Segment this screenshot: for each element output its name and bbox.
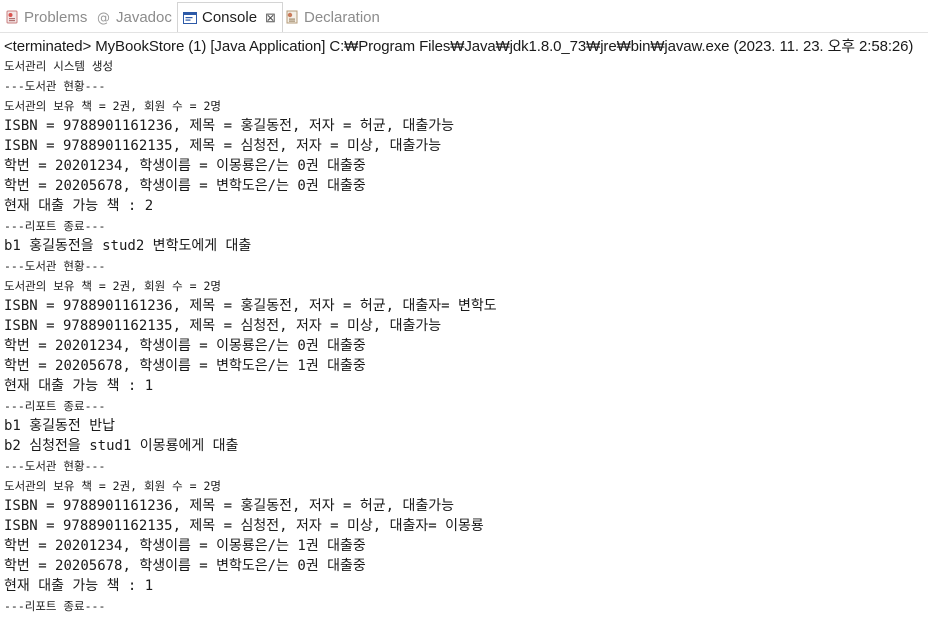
console-line: b2 심청전을 stud1 이몽룡에게 대출 bbox=[4, 438, 239, 454]
console-line: ISBN = 9788901162135, 제목 = 심청전, 저자 = 미상,… bbox=[4, 318, 442, 334]
tab-problems[interactable]: Problems bbox=[4, 3, 87, 31]
view-tab-bar: Problems @ Javadoc Console ⊠ Declaration bbox=[0, 0, 928, 33]
console-icon bbox=[182, 10, 198, 26]
console-line: ISBN = 9788901161236, 제목 = 홍길동전, 저자 = 허균… bbox=[4, 498, 455, 514]
console-line: ---도서관 현황--- bbox=[4, 459, 106, 473]
console-line: ISBN = 9788901162135, 제목 = 심청전, 저자 = 미상,… bbox=[4, 518, 484, 534]
console-line: ---리포트 종료--- bbox=[4, 599, 106, 613]
close-icon[interactable]: ⊠ bbox=[265, 11, 276, 24]
tab-problems-label: Problems bbox=[24, 8, 88, 26]
tab-console[interactable]: Console ⊠ bbox=[177, 2, 283, 32]
console-line: b1 홍길동전을 stud2 변학도에게 대출 bbox=[4, 238, 252, 254]
console-line: 현재 대출 가능 책 : 1 bbox=[4, 378, 154, 394]
console-line: 현재 대출 가능 책 : 1 bbox=[4, 578, 154, 594]
problems-icon bbox=[4, 9, 20, 25]
console-line: ---리포트 종료--- bbox=[4, 219, 106, 233]
console-line: ---도서관 현황--- bbox=[4, 259, 106, 273]
console-line: 학번 = 20201234, 학생이름 = 이몽룡은/는 0권 대출중 bbox=[4, 158, 366, 174]
console-line: 도서관의 보유 책 = 2권, 회원 수 = 2명 bbox=[4, 279, 221, 293]
tab-declaration[interactable]: Declaration bbox=[284, 3, 380, 31]
tab-declaration-label: Declaration bbox=[304, 8, 380, 26]
console-line: ISBN = 9788901161236, 제목 = 홍길동전, 저자 = 허균… bbox=[4, 298, 497, 314]
console-line: 학번 = 20205678, 학생이름 = 변학도은/는 0권 대출중 bbox=[4, 178, 366, 194]
declaration-icon bbox=[284, 9, 300, 25]
console-line: b1 홍길동전 반납 bbox=[4, 418, 115, 434]
console-line: ---리포트 종료--- bbox=[4, 399, 106, 413]
process-status-line: <terminated> MyBookStore (1) [Java Appli… bbox=[4, 38, 914, 55]
tab-console-label: Console bbox=[202, 9, 258, 26]
at-sign-icon: @ bbox=[96, 9, 112, 26]
console-line: 현재 대출 가능 책 : 2 bbox=[4, 198, 154, 214]
console-line: ISBN = 9788901162135, 제목 = 심청전, 저자 = 미상,… bbox=[4, 138, 442, 154]
console-line: ---도서관 현황--- bbox=[4, 79, 106, 93]
console-line: 도서관리 시스템 생성 bbox=[4, 59, 114, 73]
svg-text:@: @ bbox=[97, 11, 110, 25]
tab-javadoc[interactable]: @ Javadoc bbox=[96, 3, 172, 31]
console-line: 학번 = 20201234, 학생이름 = 이몽룡은/는 1권 대출중 bbox=[4, 538, 366, 554]
tab-javadoc-label: Javadoc bbox=[116, 8, 172, 26]
console-output[interactable]: 도서관리 시스템 생성 ---도서관 현황--- 도서관의 보유 책 = 2권, 회… bbox=[4, 56, 924, 616]
console-line: 학번 = 20205678, 학생이름 = 변학도은/는 1권 대출중 bbox=[4, 358, 366, 374]
console-line: 도서관의 보유 책 = 2권, 회원 수 = 2명 bbox=[4, 479, 221, 493]
console-line: 학번 = 20205678, 학생이름 = 변학도은/는 0권 대출중 bbox=[4, 558, 366, 574]
console-line: 학번 = 20201234, 학생이름 = 이몽룡은/는 0권 대출중 bbox=[4, 338, 366, 354]
console-line: 도서관의 보유 책 = 2권, 회원 수 = 2명 bbox=[4, 99, 221, 113]
console-line: ISBN = 9788901161236, 제목 = 홍길동전, 저자 = 허균… bbox=[4, 118, 455, 134]
